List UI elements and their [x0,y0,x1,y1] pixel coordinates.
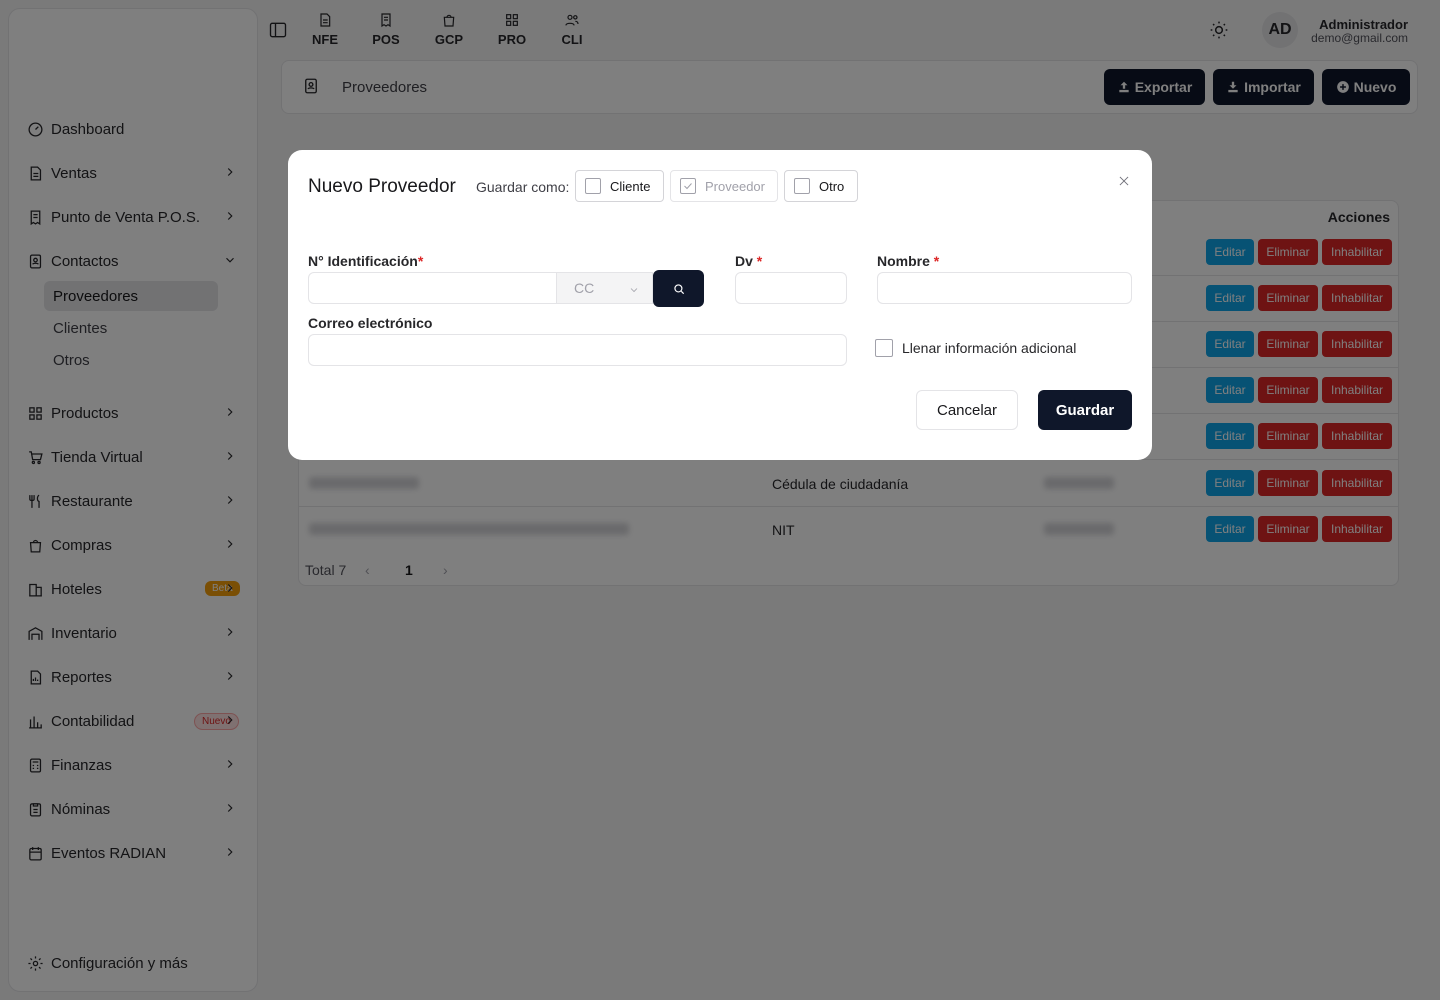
save-button[interactable]: Guardar [1038,390,1132,430]
save-as-label: Guardar como: [476,179,570,195]
close-icon[interactable] [1117,174,1131,188]
dv-label-text: Dv [735,253,753,269]
email-label: Correo electrónico [308,315,433,331]
search-icon [673,283,684,294]
dv-label: Dv * [735,253,762,269]
extra-info-option[interactable]: Llenar información adicional [875,339,1076,357]
option-cliente[interactable]: Cliente [575,170,664,202]
email-field[interactable] [308,334,847,366]
id-label-text: N° Identificación [308,253,418,269]
required-mark: * [756,253,763,269]
option-label: Otro [819,178,845,194]
dv-input[interactable] [735,272,847,304]
check-icon [684,183,692,190]
search-button[interactable] [653,270,704,307]
name-input[interactable] [877,272,1132,304]
name-label-text: Nombre [877,253,930,269]
checkbox[interactable] [585,178,601,194]
checkbox-checked [680,178,696,194]
required-mark: * [417,253,424,269]
option-label: Cliente [610,178,651,194]
doc-type-select[interactable]: CC [556,272,653,304]
doc-type-value: CC [574,280,595,296]
name-label: Nombre * [877,253,939,269]
option-label: Proveedor [705,178,765,194]
extra-info-label: Llenar información adicional [902,340,1077,356]
cancel-button[interactable]: Cancelar [916,390,1018,430]
dialog-title: Nuevo Proveedor [308,176,456,197]
new-provider-dialog: Nuevo Proveedor Guardar como: Cliente Pr… [288,150,1152,460]
checkbox[interactable] [794,178,810,194]
chevron-down-icon [628,283,640,295]
id-number-input[interactable] [308,272,558,304]
option-otro[interactable]: Otro [784,170,858,202]
checkbox[interactable] [875,339,893,357]
id-label: N° Identificación* [308,253,423,269]
option-proveedor: Proveedor [670,170,778,202]
required-mark: * [933,253,940,269]
